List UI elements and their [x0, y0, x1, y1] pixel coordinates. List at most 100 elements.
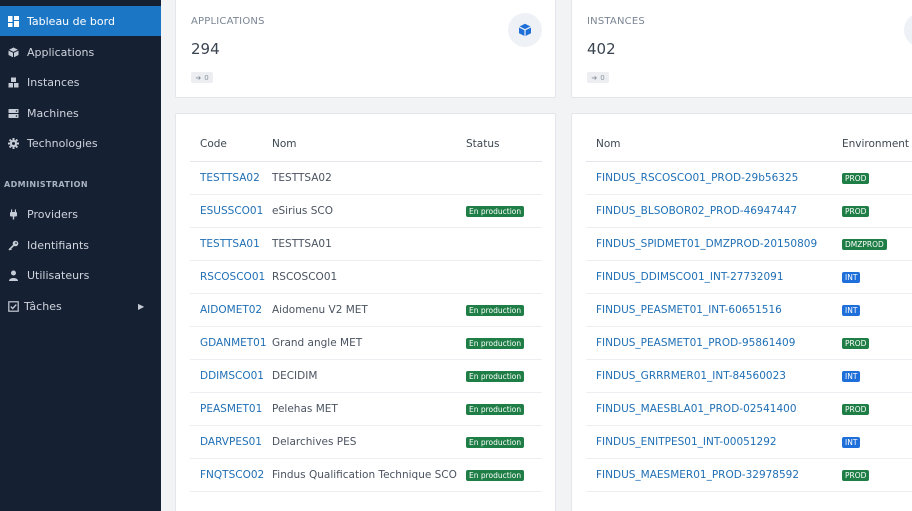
table-row: TESTTSA01 TESTTSA01 — [190, 227, 542, 261]
instance-name-link[interactable]: FINDUS_SPIDMET01_DMZPROD-20150809 — [596, 238, 817, 250]
app-code-link[interactable]: DDIMSCO01 — [200, 370, 264, 382]
instances-stat-value: 402 — [587, 40, 616, 58]
sidebar-item-identifiants[interactable]: Identifiants — [0, 230, 161, 260]
sidebar: Tableau de bord Applications Instances M… — [0, 0, 161, 511]
app-code-cell: PEASMET01 — [190, 392, 272, 426]
applications-stat-icon — [508, 13, 542, 47]
app-code-link[interactable]: GDANMET01 — [200, 337, 267, 349]
app-code-link[interactable]: PEASMET01 — [200, 403, 262, 415]
table-row: FINDUS_SPIDMET01_DMZPROD-20150809 DMZPROD — [586, 227, 912, 261]
tasks-icon — [7, 300, 19, 312]
column-header-environment[interactable]: Environment — [842, 128, 912, 162]
app-code-cell: DDIMSCO01 — [190, 359, 272, 393]
app-status-cell: En production — [466, 392, 542, 426]
app-status-cell: En production — [466, 293, 542, 327]
table-row: RSCOSCO01 RSCOSCO01 — [190, 260, 542, 294]
arrow-right-icon: ➜ — [195, 73, 202, 82]
sidebar-item-technologies[interactable]: Technologies — [0, 128, 161, 158]
environment-badge: INT — [842, 304, 861, 316]
instance-name-link[interactable]: FINDUS_PEASMET01_INT-60651516 — [596, 304, 782, 316]
instance-name-link[interactable]: FINDUS_GRRRMER01_INT-84560023 — [596, 370, 786, 382]
table-row: FINDUS_MAESBLA01_PROD-02541400 PROD — [586, 392, 912, 426]
app-code-link[interactable]: TESTTSA02 — [200, 172, 260, 184]
status-badge: En production — [466, 403, 525, 415]
instance-name-link[interactable]: FINDUS_MAESBLA01_PROD-02541400 — [596, 403, 797, 415]
column-header-status[interactable]: Status — [466, 128, 542, 162]
sidebar-item-instances[interactable]: Instances — [0, 67, 161, 97]
table-row: PEASMET01 Pelehas MET En production — [190, 392, 542, 426]
environment-badge: PROD — [842, 469, 870, 481]
sidebar-item-taches[interactable]: Tâches ▶ — [0, 291, 161, 321]
instances-table: Nom Environment FINDUS_RSCOSCO01_PROD-29… — [586, 128, 912, 492]
sidebar-item-machines[interactable]: Machines — [0, 98, 161, 128]
instance-name-link[interactable]: FINDUS_BLSOBOR02_PROD-46947447 — [596, 205, 797, 217]
instance-name-cell: FINDUS_PEASMET01_INT-60651516 — [586, 293, 842, 327]
applications-table-card: Code Nom Status TESTTSA02 TESTTSA02 ESUSSC… — [175, 113, 556, 511]
app-code-link[interactable]: RSCOSCO01 — [200, 271, 265, 283]
chevron-right-icon: ▶ — [138, 301, 145, 311]
instance-env-cell: INT — [842, 260, 912, 294]
instances-stat-title: INSTANCES — [587, 16, 645, 27]
environment-badge: DMZPROD — [842, 238, 887, 250]
app-name-cell: Findus Qualification Technique SCO — [272, 458, 466, 492]
table-row: FINDUS_PEASMET01_INT-60651516 INT — [586, 293, 912, 327]
column-header-code[interactable]: Code — [190, 128, 272, 162]
app-status-cell: En production — [466, 194, 542, 228]
app-status-cell: En production — [466, 359, 542, 393]
instance-env-cell: PROD — [842, 194, 912, 228]
app-code-link[interactable]: FNQTSCO02 — [200, 469, 264, 481]
instance-env-cell: INT — [842, 359, 912, 393]
instance-name-cell: FINDUS_DDIMSCO01_INT-27732091 — [586, 260, 842, 294]
instance-env-cell: PROD — [842, 458, 912, 492]
app-status-cell: En production — [466, 458, 542, 492]
environment-badge: PROD — [842, 403, 870, 415]
app-code-cell: AIDOMET02 — [190, 293, 272, 327]
table-row: DDIMSCO01 DECIDIM En production — [190, 359, 542, 393]
applications-stat-card: APPLICATIONS 294 ➜ 0 — [175, 0, 556, 98]
instance-name-cell: FINDUS_ENITPES01_INT-00051292 — [586, 425, 842, 459]
app-code-link[interactable]: DARVPES01 — [200, 436, 262, 448]
arrow-right-icon: ➜ — [591, 73, 598, 82]
table-row: FNQTSCO02 Findus Qualification Technique … — [190, 458, 542, 492]
app-status-cell — [466, 227, 542, 261]
sidebar-item-applications[interactable]: Applications — [0, 37, 161, 67]
instance-env-cell: PROD — [842, 326, 912, 360]
instance-name-link[interactable]: FINDUS_PEASMET01_PROD-95861409 — [596, 337, 795, 349]
app-code-link[interactable]: ESUSSCO01 — [200, 205, 263, 217]
environment-badge: PROD — [842, 172, 870, 184]
status-badge: En production — [466, 370, 525, 382]
sidebar-item-tableau-de-bord[interactable]: Tableau de bord — [0, 6, 161, 36]
instance-name-link[interactable]: FINDUS_ENITPES01_INT-00051292 — [596, 436, 777, 448]
column-header-nom[interactable]: Nom — [272, 128, 466, 162]
table-row: DARVPES01 Delarchives PES En production — [190, 425, 542, 459]
instance-name-link[interactable]: FINDUS_DDIMSCO01_INT-27732091 — [596, 271, 784, 283]
sidebar-item-label: Technologies — [27, 136, 98, 150]
app-status-cell: En production — [466, 326, 542, 360]
app-code-cell: DARVPES01 — [190, 425, 272, 459]
applications-table: Code Nom Status TESTTSA02 TESTTSA02 ESUSSC… — [190, 128, 542, 492]
sidebar-item-providers[interactable]: Providers — [0, 199, 161, 229]
status-badge: En production — [466, 205, 525, 217]
instance-name-cell: FINDUS_RSCOSCO01_PROD-29b56325 — [586, 161, 842, 195]
app-name-cell: DECIDIM — [272, 359, 466, 393]
sidebar-item-utilisateurs[interactable]: Utilisateurs — [0, 260, 161, 290]
sidebar-item-label: Providers — [27, 207, 79, 221]
column-header-nom[interactable]: Nom — [586, 128, 842, 162]
app-code-link[interactable]: AIDOMET02 — [200, 304, 262, 316]
sidebar-item-label: Tableau de bord — [27, 14, 115, 28]
instance-name-link[interactable]: FINDUS_MAESMER01_PROD-32978592 — [596, 469, 799, 481]
instance-env-cell: PROD — [842, 392, 912, 426]
sidebar-item-label: Utilisateurs — [27, 268, 90, 282]
sidebar-item-label: Applications — [27, 45, 95, 59]
instance-name-link[interactable]: FINDUS_RSCOSCO01_PROD-29b56325 — [596, 172, 798, 184]
instance-name-cell: FINDUS_SPIDMET01_DMZPROD-20150809 — [586, 227, 842, 261]
status-badge: En production — [466, 469, 525, 481]
app-status-cell — [466, 260, 542, 294]
sidebar-item-label: Machines — [27, 106, 79, 120]
instances-table-card: Nom Environment FINDUS_RSCOSCO01_PROD-29… — [571, 113, 912, 511]
cube-icon — [518, 23, 532, 37]
app-code-link[interactable]: TESTTSA01 — [200, 238, 260, 250]
instance-name-cell: FINDUS_BLSOBOR02_PROD-46947447 — [586, 194, 842, 228]
app-code-cell: RSCOSCO01 — [190, 260, 272, 294]
instance-name-cell: FINDUS_MAESBLA01_PROD-02541400 — [586, 392, 842, 426]
